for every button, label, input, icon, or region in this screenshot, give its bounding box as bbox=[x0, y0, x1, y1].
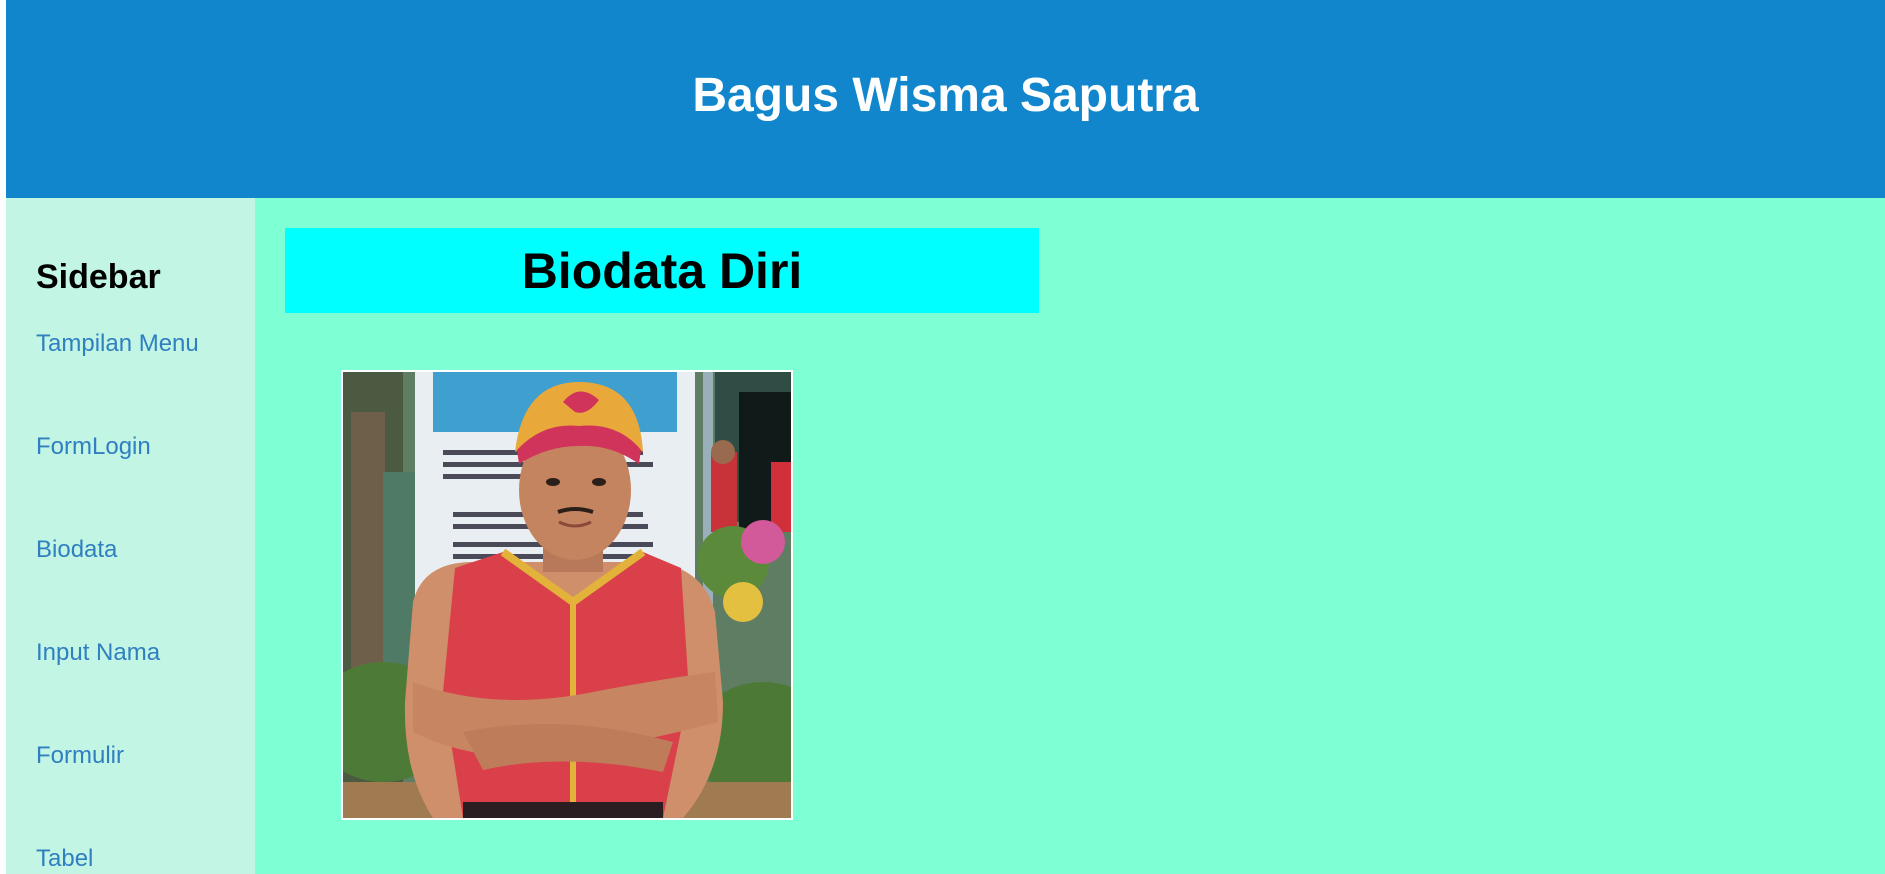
page-header: Bagus Wisma Saputra bbox=[6, 0, 1885, 198]
main-content: Biodata Diri bbox=[255, 198, 1885, 874]
page: Bagus Wisma Saputra Sidebar Tampilan Men… bbox=[6, 0, 1885, 874]
profile-photo bbox=[341, 370, 793, 820]
sidebar-item-formulir[interactable]: Formulir bbox=[36, 742, 124, 770]
sidebar-item-tampilan-menu[interactable]: Tampilan Menu bbox=[36, 330, 199, 358]
page-title: Bagus Wisma Saputra bbox=[692, 68, 1199, 122]
sidebar-item-biodata[interactable]: Biodata bbox=[36, 536, 117, 564]
sidebar-item-tabel[interactable]: Tabel bbox=[36, 845, 93, 873]
sidebar-heading: Sidebar bbox=[36, 258, 161, 296]
biodata-title-box: Biodata Diri bbox=[285, 228, 1039, 313]
sidebar-item-input-nama[interactable]: Input Nama bbox=[36, 639, 160, 667]
sidebar: Sidebar Tampilan Menu FormLogin Biodata … bbox=[6, 198, 255, 874]
biodata-title: Biodata Diri bbox=[521, 242, 803, 299]
sidebar-item-formlogin[interactable]: FormLogin bbox=[36, 433, 151, 461]
